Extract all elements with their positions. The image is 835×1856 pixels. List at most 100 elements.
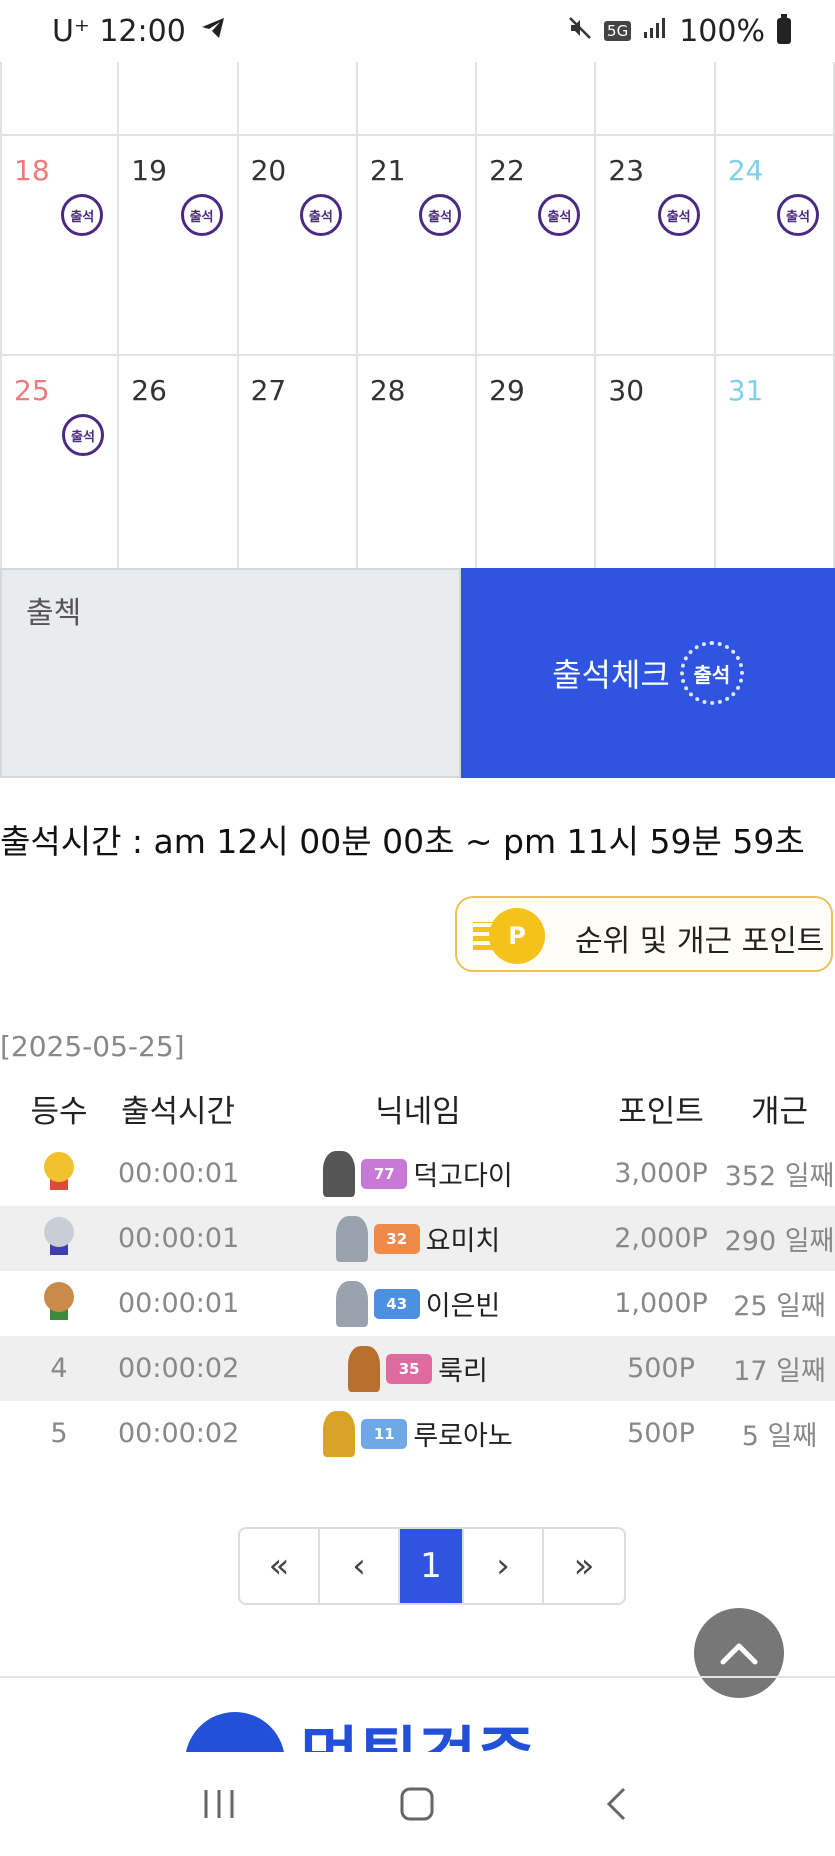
network-badge: 5G [604, 21, 632, 41]
calendar-cell [477, 62, 597, 134]
calendar-day-cell[interactable]: 26 [119, 356, 239, 574]
calendar-day-cell[interactable]: 28 [358, 356, 478, 574]
home-icon [400, 1787, 434, 1821]
logo-text: 먹튀검증 [300, 1712, 536, 1752]
carrier-time: U⁺ 12:00 [52, 13, 186, 49]
attendance-stamp-icon: 출석 [657, 194, 700, 236]
points-value: 2,000P [614, 1223, 708, 1254]
user-avatar-icon [323, 1150, 356, 1197]
level-badge: 77 [361, 1158, 408, 1189]
nickname-cell[interactable]: 77 덕고다이 [238, 1150, 598, 1197]
calendar-day-number: 24 [727, 154, 764, 187]
calendar-day-cell[interactable]: 31 [716, 356, 835, 574]
user-avatar-icon [335, 1215, 368, 1262]
level-badge: 11 [361, 1418, 408, 1449]
rank-medal-cell [0, 1217, 118, 1260]
telegram-icon [200, 16, 226, 47]
prev-page-button[interactable]: ‹ [320, 1529, 400, 1603]
calendar-week: 25 출석 26 27 28 29 30 31 [0, 356, 835, 576]
user-nickname[interactable]: 덕고다이 [413, 1154, 512, 1193]
calendar-day-number: 21 [369, 154, 406, 187]
points-value: 1,000P [614, 1288, 708, 1319]
calendar-day-cell[interactable]: 30 [596, 356, 716, 574]
attendance-form: 출첵 출석체크 출석 [0, 568, 835, 778]
rank-points-button[interactable]: P 순위 및 개근 포인트 [455, 896, 833, 972]
back-icon [606, 1787, 625, 1821]
attendance-time: 00:00:02 [118, 1353, 240, 1384]
user-avatar-icon [348, 1345, 381, 1392]
calendar-day-cell[interactable]: 19 출석 [119, 136, 239, 354]
user-avatar-icon [323, 1410, 356, 1457]
gold-medal-icon [44, 1152, 74, 1190]
last-page-button[interactable]: » [544, 1529, 624, 1603]
scroll-top-button[interactable] [694, 1608, 784, 1698]
chevron-up-icon [720, 1643, 758, 1665]
home-button[interactable] [387, 1774, 447, 1834]
recent-apps-button[interactable] [189, 1774, 249, 1834]
header-rank: 등수 [30, 1093, 88, 1130]
user-nickname[interactable]: 이은빈 [426, 1284, 501, 1323]
battery-icon [777, 14, 791, 44]
table-body: 00:00:01 77 덕고다이 3,000P 352 일째 00:00:01 32 요미치 2… [0, 1141, 835, 1466]
medal-disc [44, 1152, 74, 1182]
coin-icon: P [489, 908, 545, 964]
nickname-cell[interactable]: 35 룩리 [238, 1345, 598, 1392]
attendance-calendar: 18 출석 19 출석 20 출석 21 출석 22 출석 23 출석 24 출석 25 출석 26 27 28 2… [0, 62, 835, 576]
attendance-stamp-icon: 출석 [419, 194, 462, 236]
site-logo[interactable]: 먹튀검증 [185, 1712, 585, 1752]
calendar-day-cell[interactable]: 21 출석 [358, 136, 478, 354]
points-value: 500P [627, 1418, 695, 1449]
user-avatar-icon [335, 1280, 368, 1327]
level-badge: 35 [386, 1353, 433, 1384]
calendar-day-cell[interactable]: 25 출석 [0, 356, 120, 574]
battery-percent: 100% [679, 13, 765, 49]
table-row: 4 00:00:02 35 룩리 500P 17 일째 [0, 1336, 835, 1401]
attendance-comment-input[interactable]: 출첵 [0, 568, 461, 778]
calendar-day-cell[interactable]: 23 출석 [596, 136, 716, 354]
calendar-day-number: 25 [14, 374, 50, 407]
attendance-stamp-icon: 출석 [299, 194, 342, 236]
calendar-cell [0, 62, 120, 134]
current-page-button[interactable]: 1 [400, 1529, 464, 1603]
calendar-day-cell[interactable]: 29 [477, 356, 597, 574]
calendar-day-number: 28 [369, 374, 406, 407]
nickname-cell[interactable]: 32 요미치 [238, 1215, 598, 1262]
calendar-day-cell[interactable]: 27 [239, 356, 358, 574]
calendar-day-cell[interactable]: 24 출석 [716, 136, 835, 354]
attendance-check-label: 출석체크 [552, 656, 670, 694]
streak-days: 25 일째 [733, 1291, 826, 1322]
attendance-time: 00:00:02 [118, 1418, 240, 1449]
attendance-seal-icon: 출석 [679, 641, 744, 705]
status-right: 5G 100% [568, 14, 791, 49]
system-nav-bar [0, 1752, 835, 1856]
back-button[interactable] [586, 1774, 646, 1834]
attendance-check-button[interactable]: 출석체크 출석 [461, 568, 835, 778]
header-time: 출석시간 [120, 1093, 236, 1130]
streak-days: 5 일째 [741, 1421, 818, 1452]
calendar-day-cell[interactable]: 18 출석 [0, 136, 120, 354]
pagination: « ‹ 1 › » [238, 1527, 626, 1605]
calendar-day-cell[interactable]: 20 출석 [239, 136, 358, 354]
nickname-cell[interactable]: 11 루로아노 [238, 1410, 598, 1457]
first-page-button[interactable]: « [240, 1529, 320, 1603]
streak-days: 17 일째 [733, 1356, 826, 1387]
table-row: 00:00:01 43 이은빈 1,000P 25 일째 [0, 1271, 835, 1336]
medal-disc [44, 1217, 74, 1247]
user-nickname[interactable]: 룩리 [438, 1349, 488, 1388]
calendar-day-cell[interactable]: 22 출석 [477, 136, 597, 354]
calendar-cell [596, 62, 716, 134]
calendar-day-number: 26 [131, 374, 167, 407]
points-value: 3,000P [614, 1158, 708, 1189]
calendar-day-number: 20 [250, 154, 287, 187]
user-nickname[interactable]: 루로아노 [413, 1414, 512, 1453]
signal-icon [643, 16, 667, 46]
calendar-day-number: 19 [131, 154, 167, 187]
header-points: 포인트 [618, 1093, 704, 1130]
attendance-time: 00:00:01 [118, 1158, 240, 1189]
attendance-stamp-icon: 출석 [538, 194, 581, 236]
nickname-cell[interactable]: 43 이은빈 [238, 1280, 598, 1327]
user-nickname[interactable]: 요미치 [426, 1219, 501, 1258]
attendance-stamp-icon: 출석 [180, 194, 223, 236]
next-page-button[interactable]: › [464, 1529, 544, 1603]
calendar-cell [716, 62, 835, 134]
